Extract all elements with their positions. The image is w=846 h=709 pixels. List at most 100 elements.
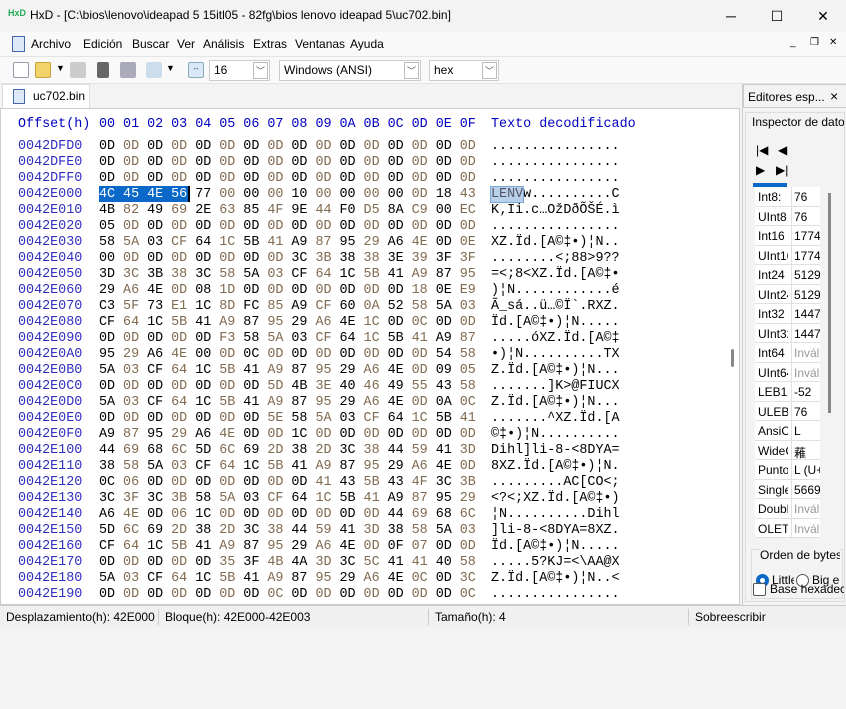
hex-byte[interactable]: 0D (147, 587, 163, 602)
hex-byte[interactable]: 0D (243, 587, 259, 602)
hex-byte[interactable]: 0D (364, 507, 380, 522)
hex-byte[interactable]: 44 (315, 203, 331, 218)
save-icon[interactable] (70, 62, 86, 78)
hex-byte[interactable]: 0D (243, 507, 259, 522)
hex-byte[interactable]: 0D (171, 331, 187, 346)
hex-byte[interactable]: 29 (291, 315, 307, 330)
hex-byte[interactable]: 07 (412, 539, 428, 554)
hex-byte[interactable]: 0C (460, 395, 476, 410)
hex-byte[interactable]: 3B (147, 267, 163, 282)
decoded-text[interactable]: Z.Ïd.[A©‡•)¦N... (491, 363, 620, 378)
hex-byte[interactable]: 10 (291, 187, 307, 202)
hex-byte[interactable]: 29 (340, 395, 356, 410)
hex-byte[interactable]: 0D (243, 411, 259, 426)
hex-byte[interactable]: 3C (460, 571, 476, 586)
hex-byte[interactable]: 0D (388, 283, 404, 298)
hex-byte[interactable]: 95 (99, 347, 115, 362)
hex-byte[interactable]: 41 (388, 267, 404, 282)
next-icon[interactable]: ▶ (756, 163, 765, 177)
hex-byte[interactable]: 0D (99, 587, 115, 602)
hex-byte[interactable]: 03 (171, 459, 187, 474)
hex-editor[interactable]: Offset(h) 00 01 02 03 04 05 06 07 08 09 0A 0B 0C 0D 0E… (0, 108, 740, 605)
hex-byte[interactable]: 0D (123, 555, 139, 570)
hex-byte[interactable]: 5F (123, 299, 139, 314)
hex-byte[interactable]: CF (315, 299, 331, 314)
hex-byte[interactable]: 3F (123, 491, 139, 506)
hex-byte[interactable]: 0D (340, 155, 356, 170)
hex-byte[interactable]: 00 (195, 347, 211, 362)
hex-byte[interactable]: 2D (315, 443, 331, 458)
hex-byte[interactable]: 4B (291, 379, 307, 394)
hex-byte[interactable]: 3B (460, 475, 476, 490)
hex-byte[interactable]: 64 (195, 235, 211, 250)
hex-byte[interactable]: 0D (147, 155, 163, 170)
hex-byte[interactable]: CF (291, 267, 307, 282)
scroll-thumb[interactable] (731, 349, 734, 367)
hex-byte[interactable]: 41 (388, 555, 404, 570)
hex-byte[interactable]: 44 (388, 443, 404, 458)
hex-byte[interactable]: 0D (436, 155, 452, 170)
hex-byte[interactable]: EC (460, 203, 476, 218)
hex-byte[interactable]: A9 (315, 459, 331, 474)
hex-byte[interactable]: 69 (147, 523, 163, 538)
hex-byte[interactable]: 1D (219, 283, 235, 298)
hex-byte[interactable]: CF (99, 315, 115, 330)
menu-buscar[interactable]: Buscar (132, 37, 169, 51)
hex-byte[interactable]: 85 (267, 299, 283, 314)
hex-byte[interactable]: 0A (364, 299, 380, 314)
hex-byte[interactable]: 5B (171, 539, 187, 554)
decoded-text[interactable]: .........AC[CO<; (491, 475, 620, 490)
hex-byte[interactable]: 1C (195, 363, 211, 378)
hex-byte[interactable]: 0D (195, 139, 211, 154)
inspector-row[interactable]: UInt8 76 (755, 206, 820, 226)
hex-byte[interactable]: 0D (460, 315, 476, 330)
menu-ventanas[interactable]: Ventanas (295, 37, 345, 51)
inspector-scrollbar[interactable] (828, 193, 831, 413)
hex-byte[interactable]: 0D (123, 155, 139, 170)
hex-byte[interactable]: 0D (219, 411, 235, 426)
decoded-text[interactable]: .....óXZ.Ïd.[A©‡ (491, 331, 620, 346)
hex-byte[interactable]: 03 (291, 331, 307, 346)
hex-byte[interactable]: 0D (340, 507, 356, 522)
hex-byte[interactable]: 95 (436, 491, 452, 506)
hex-byte[interactable]: 5B (388, 331, 404, 346)
hex-byte[interactable]: 41 (291, 459, 307, 474)
hex-byte[interactable]: 03 (123, 571, 139, 586)
hex-byte[interactable]: 68 (147, 443, 163, 458)
hex-byte[interactable]: 0D (171, 139, 187, 154)
hex-byte[interactable]: 4E (388, 395, 404, 410)
hex-byte[interactable]: 0D (388, 155, 404, 170)
hex-byte[interactable]: 0D (267, 427, 283, 442)
hex-byte[interactable]: 6C (123, 523, 139, 538)
hex-byte[interactable]: 4E (388, 571, 404, 586)
hex-byte[interactable]: 1C (195, 507, 211, 522)
hex-byte[interactable]: 87 (436, 267, 452, 282)
hex-byte[interactable]: A6 (315, 539, 331, 554)
hex-byte[interactable]: 0D (99, 331, 115, 346)
hex-byte[interactable]: 03 (340, 411, 356, 426)
hex-byte[interactable]: 73 (147, 299, 163, 314)
decoded-text[interactable]: K‚Ii.c…OžDðÕŠÉ.ì (491, 203, 620, 218)
hex-byte[interactable]: A9 (267, 363, 283, 378)
hex-byte[interactable]: 43 (340, 475, 356, 490)
hex-byte[interactable]: 0D (460, 139, 476, 154)
hex-byte[interactable]: 03 (123, 395, 139, 410)
hex-byte[interactable]: 6C (460, 507, 476, 522)
hex-byte[interactable]: 95 (364, 459, 380, 474)
hex-byte[interactable]: 0D (291, 587, 307, 602)
hex-byte[interactable]: 5A (123, 235, 139, 250)
hex-byte[interactable]: 45 (123, 187, 139, 202)
hex-byte[interactable]: 0D (291, 139, 307, 154)
hex-byte[interactable]: 0D (99, 171, 115, 186)
hex-byte[interactable]: 4B (99, 203, 115, 218)
hex-byte[interactable]: 64 (315, 267, 331, 282)
hex-byte[interactable]: CF (147, 395, 163, 410)
hex-byte[interactable]: 0D (364, 427, 380, 442)
hex-byte[interactable]: 95 (315, 363, 331, 378)
hex-byte[interactable]: 1C (195, 299, 211, 314)
hex-byte[interactable]: 09 (436, 363, 452, 378)
hex-byte[interactable]: 29 (171, 427, 187, 442)
hex-byte[interactable]: 87 (243, 539, 259, 554)
hex-byte[interactable]: 0C (267, 587, 283, 602)
decoded-text[interactable]: Ã_sá..ü…©Ï`.RXZ. (491, 299, 620, 314)
